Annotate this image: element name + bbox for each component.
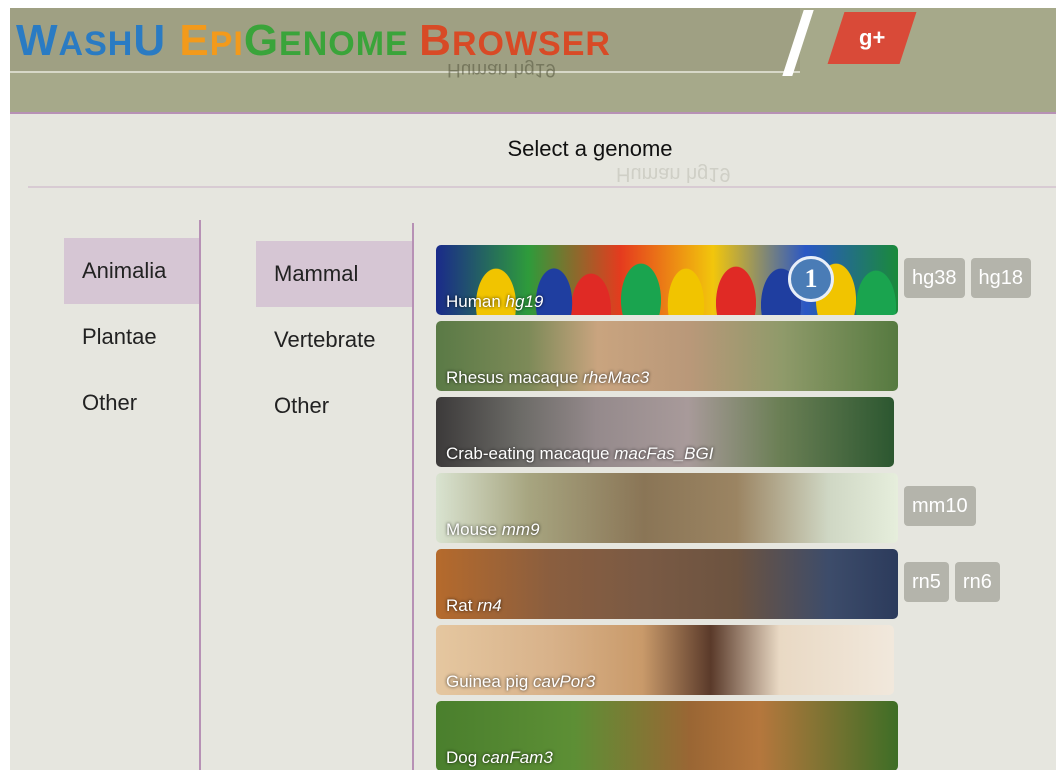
- genome-name: Human: [446, 292, 506, 311]
- group-item-mammal[interactable]: Mammal: [256, 241, 412, 307]
- header: WASHU EPIGENOME BROWSER Human hg19 g+: [10, 8, 1056, 114]
- header-mirrored-text: Human hg19: [447, 59, 556, 80]
- alt-build-group: rn5 rn6: [904, 562, 1000, 602]
- page-title: Select a genome: [507, 136, 673, 161]
- genome-build: rheMac3: [583, 368, 650, 387]
- genome-card-rhesus-macaque[interactable]: Rhesus macaque rheMac3: [436, 321, 898, 391]
- step-badge: 1: [788, 256, 834, 302]
- genome-list: Human hg19 Rhesus macaque rheMac3 Crab-eat…: [436, 245, 901, 770]
- genome-card-rat[interactable]: Rat rn4: [436, 549, 898, 619]
- genome-build: canFam3: [481, 748, 553, 767]
- genome-build: macFas_BGI: [614, 444, 714, 463]
- rat-photo: [436, 549, 898, 619]
- genome-card-dog[interactable]: Dog canFam3: [436, 701, 898, 770]
- logo-text: ENOME: [279, 25, 420, 63]
- logo-text: E: [179, 16, 210, 65]
- genome-name: Mouse: [446, 520, 502, 539]
- title-divider: [28, 186, 1056, 188]
- column-divider-1: [199, 220, 201, 770]
- build-button-hg38[interactable]: hg38: [904, 258, 965, 298]
- genome-build: cavPor3: [532, 672, 596, 691]
- genome-build: rn4: [477, 596, 502, 615]
- genome-build: hg19: [505, 292, 544, 311]
- group-list: Mammal Vertebrate Other: [256, 241, 412, 439]
- genome-label: Rhesus macaque rheMac3: [446, 368, 649, 388]
- genome-label: Dog canFam3: [446, 748, 553, 768]
- genome-label: Crab-eating macaque macFas_BGI: [446, 444, 713, 464]
- group-item-vertebrate[interactable]: Vertebrate: [256, 307, 412, 373]
- kingdom-list: Animalia Plantae Other: [64, 238, 200, 436]
- logo-text: G: [243, 16, 280, 65]
- logo-text: ASH: [58, 25, 134, 63]
- genome-label: Human hg19: [446, 292, 543, 312]
- alt-build-group: hg38 hg18: [904, 258, 1031, 298]
- genome-name: Rhesus macaque: [446, 368, 584, 387]
- kingdom-item-animalia[interactable]: Animalia: [64, 238, 200, 304]
- logo-text: PI: [209, 25, 244, 63]
- genome-label: Guinea pig cavPor3: [446, 672, 595, 692]
- kingdom-item-plantae[interactable]: Plantae: [64, 304, 200, 370]
- genome-label: Rat rn4: [446, 596, 502, 616]
- genome-label: Mouse mm9: [446, 520, 540, 540]
- column-divider-2: [412, 223, 414, 770]
- alt-build-group: mm10: [904, 486, 976, 526]
- build-button-mm10[interactable]: mm10: [904, 486, 976, 526]
- genome-card-crab-eating-macaque[interactable]: Crab-eating macaque macFas_BGI: [436, 397, 894, 467]
- build-button-rn5[interactable]: rn5: [904, 562, 949, 602]
- logo-text: U: [133, 16, 180, 65]
- build-button-hg18[interactable]: hg18: [970, 258, 1031, 298]
- genome-name: Guinea pig: [446, 672, 533, 691]
- genome-name: Rat: [446, 596, 478, 615]
- genome-card-guinea-pig[interactable]: Guinea pig cavPor3: [436, 625, 894, 695]
- logo-text: W: [16, 16, 59, 65]
- title-ghost-text: Human hg19: [616, 163, 731, 185]
- google-plus-button[interactable]: g+: [827, 12, 917, 64]
- genome-card-mouse[interactable]: Mouse mm9: [436, 473, 898, 543]
- genome-build: mm9: [501, 520, 540, 539]
- kingdom-item-other[interactable]: Other: [64, 370, 200, 436]
- group-item-other[interactable]: Other: [256, 373, 412, 439]
- genome-name: Dog: [446, 748, 482, 767]
- genome-name: Crab-eating macaque: [446, 444, 615, 463]
- build-button-rn6[interactable]: rn6: [954, 562, 1000, 602]
- google-plus-icon: g+: [858, 25, 886, 50]
- app-frame: WASHU EPIGENOME BROWSER Human hg19 g+ Se…: [10, 8, 1056, 770]
